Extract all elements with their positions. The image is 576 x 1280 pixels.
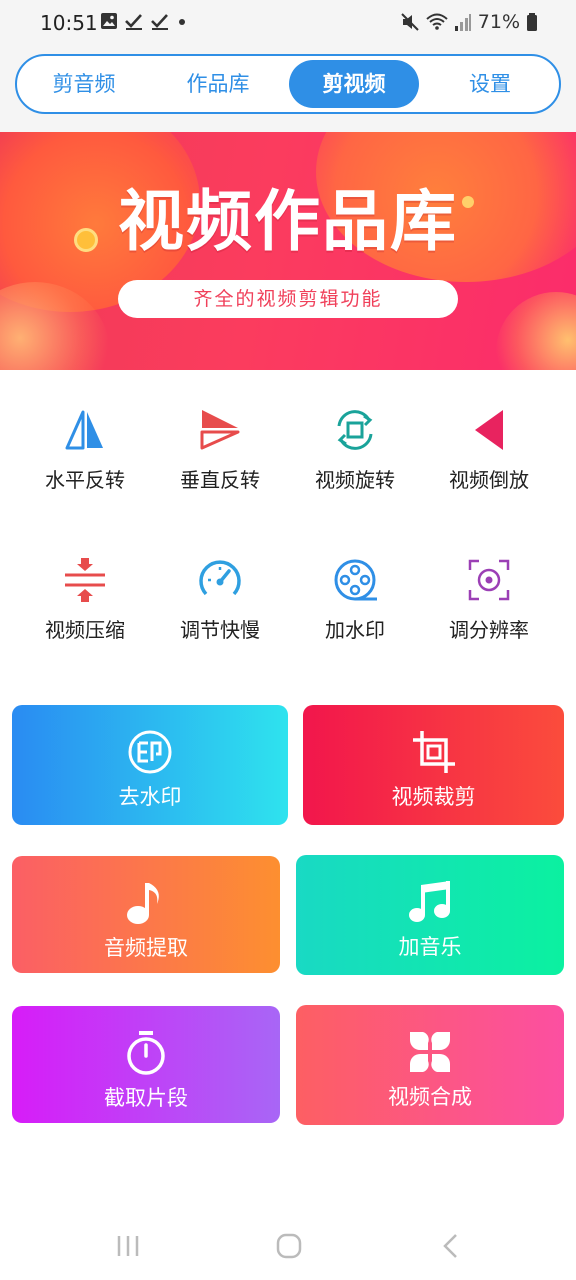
tool-flip-horizontal[interactable]: 水平反转 [20,408,150,518]
reverse-play-icon [475,410,503,450]
status-bar: 10:51 71% [0,0,576,48]
watermark-remove-icon [128,730,172,774]
banner: 视频作品库 齐全的视频剪辑功能 [0,132,576,370]
tool-label: 视频旋转 [315,468,395,492]
check-icon [151,14,168,30]
stopwatch-icon [127,1031,165,1075]
tool-label: 水平反转 [45,468,125,492]
card-label: 加音乐 [398,935,462,959]
tool-label: 视频压缩 [45,618,125,642]
merge-icon [410,1032,450,1072]
battery-percent: 71% [477,11,520,33]
flip-horizontal-icon [65,410,103,450]
card-video-merge[interactable]: 视频合成 [296,1005,564,1125]
mute-icon [401,13,419,31]
tool-rotate[interactable]: 视频旋转 [290,408,420,518]
status-system-icons: 71% [400,11,538,33]
recent-apps-icon[interactable] [116,1233,140,1259]
speedometer-icon [199,560,241,596]
back-icon[interactable] [440,1232,460,1260]
card-label: 视频裁剪 [391,785,476,809]
tool-label: 垂直反转 [180,468,260,492]
card-label: 视频合成 [388,1085,472,1109]
banner-decoration [496,292,576,370]
music-note-icon [127,883,159,924]
card-add-music[interactable]: 加音乐 [296,855,564,975]
battery-icon [527,13,537,31]
tab-settings[interactable]: 设置 [429,60,551,108]
dot-icon [179,19,185,25]
card-remove-watermark[interactable]: 去水印 [12,705,288,825]
signal-icon [454,14,471,31]
card-audio-extract[interactable]: 音频提取 [12,856,280,973]
tool-resolution[interactable]: 调分辨率 [424,558,554,668]
tool-add-watermark[interactable]: 加水印 [290,558,420,668]
tab-cut-video[interactable]: 剪视频 [289,60,419,108]
resolution-icon [468,559,510,601]
gallery-icon [101,13,117,29]
tool-reverse[interactable]: 视频倒放 [424,408,554,518]
compress-icon [65,558,105,602]
tool-label: 视频倒放 [449,468,529,492]
tab-cut-audio[interactable]: 剪音频 [23,60,145,108]
music-notes-icon [409,881,450,922]
wifi-icon [426,13,448,30]
flip-vertical-icon [200,410,240,450]
tool-label: 调分辨率 [449,618,529,642]
tool-speed[interactable]: 调节快慢 [155,558,285,668]
status-notification-icons [100,12,188,30]
tab-bar-container: 剪音频 作品库 剪视频 设置 [0,48,576,132]
rotate-icon [337,410,373,450]
card-label: 去水印 [118,785,182,809]
tool-compress[interactable]: 视频压缩 [20,558,150,668]
crop-icon [412,731,455,773]
status-time: 10:51 [40,11,98,35]
card-clip-segment[interactable]: 截取片段 [12,1006,280,1123]
tab-works-library[interactable]: 作品库 [157,60,279,108]
card-label: 音频提取 [104,936,188,960]
tool-label: 加水印 [325,618,385,642]
system-nav-bar [0,1215,576,1280]
tool-flip-vertical[interactable]: 垂直反转 [155,408,285,518]
tab-bar: 剪音频 作品库 剪视频 设置 [15,54,561,114]
film-reel-icon [334,559,377,601]
check-icon [125,14,142,30]
card-label: 截取片段 [104,1086,188,1110]
card-video-crop[interactable]: 视频裁剪 [303,705,564,825]
home-icon[interactable] [275,1232,303,1260]
tool-label: 调节快慢 [180,618,260,642]
banner-subtitle: 齐全的视频剪辑功能 [118,280,458,318]
banner-title: 视频作品库 [118,182,458,260]
